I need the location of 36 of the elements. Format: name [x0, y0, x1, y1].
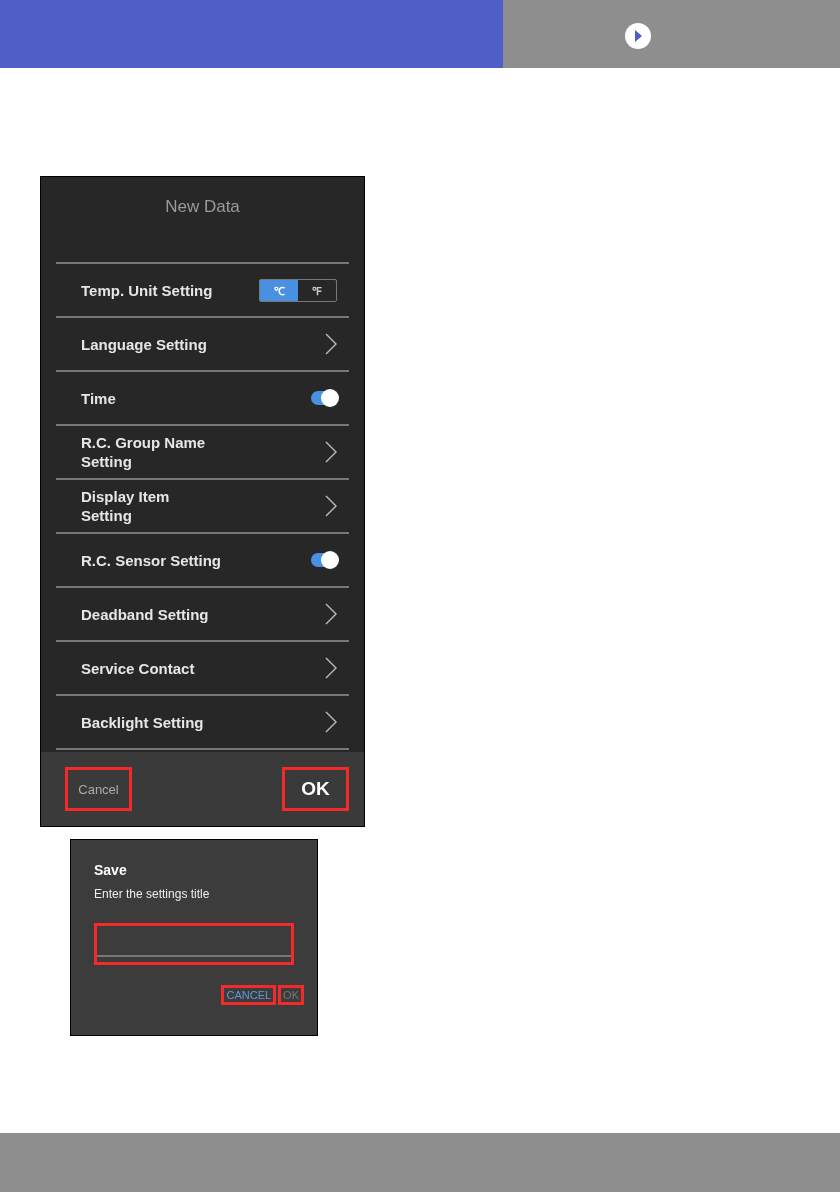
setting-label: Language Setting	[81, 334, 207, 354]
chevron-icon	[325, 333, 337, 355]
setting-row[interactable]: Display Item Setting	[56, 480, 349, 534]
cancel-button[interactable]: Cancel	[65, 767, 132, 811]
title-input-field[interactable]	[94, 923, 294, 965]
ok-button[interactable]: OK	[282, 767, 349, 811]
setting-row[interactable]: R.C. Sensor Setting	[56, 534, 349, 588]
chevron-icon	[325, 441, 337, 463]
setting-row[interactable]: Deadband Setting	[56, 588, 349, 642]
setting-label: R.C. Group Name Setting	[81, 433, 206, 471]
chevron-icon	[325, 603, 337, 625]
setting-row[interactable]: Service Contact	[56, 642, 349, 696]
setting-label: Time	[81, 388, 116, 408]
setting-label: Display Item Setting	[81, 487, 170, 525]
dialog-message: Enter the settings title	[94, 887, 211, 901]
unit-option[interactable]: ℉	[298, 279, 336, 301]
setting-label: Temp. Unit Setting	[81, 280, 213, 300]
setting-row[interactable]: Backlight Setting	[56, 696, 349, 750]
toggle-switch[interactable]	[311, 391, 337, 405]
chevron-icon	[325, 711, 337, 733]
chevron-icon	[325, 495, 337, 517]
setting-label: R.C. Sensor Setting	[81, 550, 222, 570]
toggle-switch[interactable]	[311, 553, 337, 567]
setting-row[interactable]: Time	[56, 372, 349, 426]
chevron-icon	[325, 657, 337, 679]
setting-label: Deadband Setting	[81, 604, 209, 624]
setting-row[interactable]: Temp. Unit Setting ℃ ℉	[56, 264, 349, 318]
setting-label: Backlight Setting	[81, 712, 204, 732]
setting-row[interactable]: R.C. Group Name Setting	[56, 426, 349, 480]
setting-row[interactable]: Language Setting	[56, 318, 349, 372]
play-icon[interactable]	[624, 22, 652, 50]
screen-title: New Data	[164, 196, 241, 218]
dialog-title: Save	[94, 862, 128, 878]
setting-label: Service Contact	[81, 658, 195, 678]
unit-switch[interactable]: ℃ ℉	[259, 278, 337, 302]
dialog-button[interactable]: CANCEL	[221, 985, 277, 1005]
